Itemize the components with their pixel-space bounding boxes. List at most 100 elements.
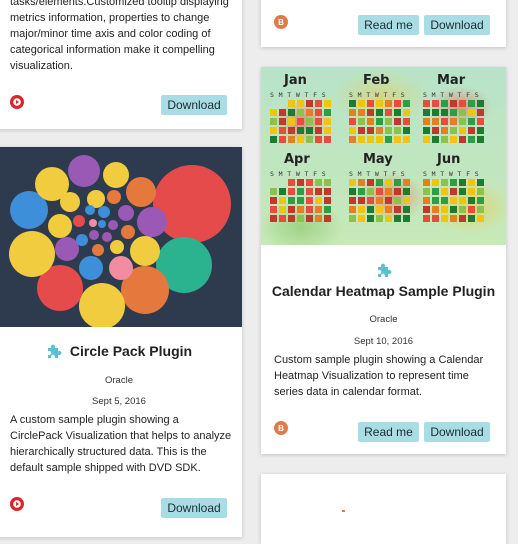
calendar-day-cell xyxy=(441,206,448,213)
source-glyph: B xyxy=(278,17,284,27)
calendar-day-cell xyxy=(477,100,484,107)
calendar-day-cell xyxy=(423,136,430,143)
calendar-day-cell xyxy=(270,136,277,143)
calendar-day-cell xyxy=(270,118,277,125)
calendar-day-cell xyxy=(324,118,331,125)
calendar-day-cell xyxy=(367,136,374,143)
calendar-day-cell xyxy=(297,118,304,125)
calendar-day-cell xyxy=(358,197,365,204)
calendar-day-cell xyxy=(385,118,392,125)
calendar-day-cell xyxy=(468,188,475,195)
calendar-day-cell xyxy=(367,127,374,134)
calendar-day-cell xyxy=(270,206,277,213)
calendar-day-cell xyxy=(385,100,392,107)
calendar-day-cell xyxy=(450,100,457,107)
calendar-heatmap-thumbnail: Jan S M T W T F S Feb S M T W T F S Mar S M T… xyxy=(261,67,506,245)
calendar-day-cell xyxy=(358,215,365,222)
calendar-day-cell xyxy=(423,188,430,195)
calendar-day-cell xyxy=(358,109,365,116)
calendar-day-cell xyxy=(306,206,313,213)
download-button[interactable]: Download xyxy=(161,95,227,115)
calendar-day-cell xyxy=(367,206,374,213)
calendar-day-cell xyxy=(297,109,304,116)
plugin-description: A custom sample plugin showing a CircleP… xyxy=(10,414,232,474)
calendar-day-cell xyxy=(450,127,457,134)
calendar-day-cell xyxy=(394,118,401,125)
calendar-day-cell xyxy=(297,179,304,186)
calendar-day-cell xyxy=(297,188,304,195)
calendar-day-cell xyxy=(306,136,313,143)
calendar-day-cell xyxy=(349,109,356,116)
calendar-day-cell xyxy=(477,179,484,186)
plugin-card-calendar-heatmap[interactable]: Jan S M T W T F S Feb S M T W T F S Mar S M T… xyxy=(261,67,506,454)
calendar-day-cell xyxy=(432,197,439,204)
calendar-day-cell xyxy=(441,118,448,125)
calendar-day-cell xyxy=(306,215,313,222)
calendar-day-cell xyxy=(297,206,304,213)
download-button[interactable]: Download xyxy=(424,15,490,35)
calendar-day-cell xyxy=(441,127,448,134)
calendar-day-cell xyxy=(315,118,322,125)
calendar-day-cell xyxy=(432,179,439,186)
calendar-day-cell xyxy=(358,118,365,125)
calendar-day-cell xyxy=(403,206,410,213)
calendar-day-cell xyxy=(297,215,304,222)
calendar-day-cell xyxy=(459,109,466,116)
calendar-day-cell xyxy=(423,206,430,213)
calendar-day-cell xyxy=(459,100,466,107)
calendar-day-cell xyxy=(376,127,383,134)
calendar-day-cell xyxy=(385,136,392,143)
calendar-month-label: Feb xyxy=(363,73,390,88)
calendar-day-cell xyxy=(279,188,286,195)
calendar-day-cell xyxy=(459,206,466,213)
calendar-day-cell xyxy=(367,188,374,195)
read-me-button[interactable]: Read me xyxy=(358,422,419,442)
calendar-day-cell xyxy=(459,179,466,186)
download-button[interactable]: Download xyxy=(161,498,227,518)
calendar-day-cell xyxy=(358,100,365,107)
calendar-day-cell xyxy=(306,197,313,204)
calendar-day-cell xyxy=(468,179,475,186)
calendar-day-cell xyxy=(358,136,365,143)
calendar-day-cell xyxy=(306,127,313,134)
plugin-title-text: Circle Pack Plugin xyxy=(69,343,193,359)
calendar-day-cell xyxy=(432,100,439,107)
plugin-card-bottom-right xyxy=(261,474,506,544)
calendar-day-cell xyxy=(385,179,392,186)
calendar-day-cell xyxy=(349,188,356,195)
calendar-day-cell xyxy=(450,109,457,116)
circle-pack-image xyxy=(9,155,231,329)
loading-dot xyxy=(342,510,345,512)
calendar-day-cell xyxy=(315,179,322,186)
calendar-weekday-header: S M T W T F S xyxy=(349,91,406,99)
calendar-day-cell xyxy=(394,127,401,134)
calendar-day-cell xyxy=(376,188,383,195)
puzzle-icon xyxy=(47,344,62,358)
calendar-day-cell xyxy=(279,118,286,125)
calendar-day-cell xyxy=(423,109,430,116)
calendar-day-cell xyxy=(324,127,331,134)
plugin-card-circle-pack[interactable]: Circle Pack Plugin Oracle Sept 5, 2016 A… xyxy=(0,147,242,537)
calendar-day-cell xyxy=(450,206,457,213)
orange-b-circle-icon: B xyxy=(274,421,288,435)
calendar-day-cell xyxy=(459,127,466,134)
calendar-day-cell xyxy=(432,127,439,134)
calendar-day-cell xyxy=(367,179,374,186)
calendar-day-cell xyxy=(324,206,331,213)
orange-b-circle-icon: B xyxy=(274,15,288,29)
calendar-day-cell xyxy=(376,100,383,107)
calendar-month-label: Apr xyxy=(284,152,310,167)
calendar-day-cell xyxy=(306,179,313,186)
download-button[interactable]: Download xyxy=(424,422,490,442)
red-play-circle-icon xyxy=(10,497,24,511)
plugin-title[interactable]: Circle Pack Plugin xyxy=(0,343,242,359)
read-me-button[interactable]: Read me xyxy=(358,15,419,35)
calendar-day-cell xyxy=(403,118,410,125)
calendar-day-cell xyxy=(441,109,448,116)
calendar-day-cell xyxy=(403,127,410,134)
calendar-day-cell xyxy=(324,100,331,107)
plugin-title[interactable]: Calendar Heatmap Sample Plugin xyxy=(261,262,506,299)
calendar-day-cell xyxy=(477,197,484,204)
calendar-day-cell xyxy=(358,127,365,134)
calendar-day-cell xyxy=(403,109,410,116)
